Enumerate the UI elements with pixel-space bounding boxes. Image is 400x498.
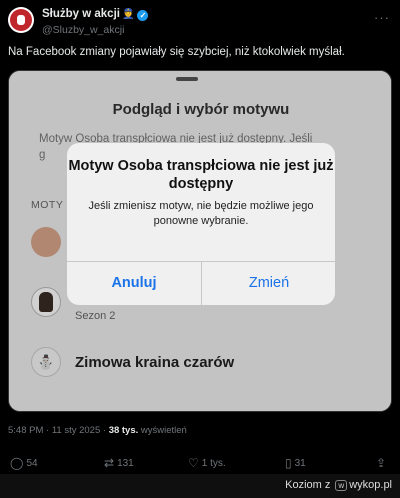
verified-badge-icon: ✓	[137, 10, 149, 21]
tweet-meta: 5:48 PM · 11 sty 2025 · 38 tys. wyświetl…	[8, 425, 187, 436]
share-button[interactable]: ⇪	[376, 456, 389, 470]
bookmark-button[interactable]: ▯ 31	[285, 456, 306, 470]
like-count: 1 tys.	[201, 458, 226, 469]
police-officer-icon: 👮	[121, 9, 135, 20]
share-icon: ⇪	[376, 456, 387, 470]
reply-button[interactable]: ◯ 54	[10, 456, 38, 470]
repost-icon: ⇄	[104, 456, 115, 470]
footer-prefix: Koziom z	[285, 479, 331, 491]
repost-button[interactable]: ⇄ 131	[104, 456, 134, 470]
author-name-text: Służby w akcji	[42, 8, 120, 20]
bookmark-icon: ▯	[285, 456, 292, 470]
footer-credit: Koziom z w wykop.pl	[285, 479, 392, 491]
reply-count: 54	[26, 458, 38, 469]
footer-bar: Koziom z w wykop.pl	[0, 474, 400, 498]
footer-site[interactable]: wykop.pl	[349, 479, 392, 491]
bookmark-count: 31	[294, 458, 306, 469]
avatar-badge-icon	[10, 9, 32, 31]
wykop-logo-icon: w	[335, 480, 348, 491]
author-name[interactable]: Służby w akcji 👮 ✓	[42, 8, 149, 21]
repost-count: 131	[117, 458, 134, 469]
like-button[interactable]: ♡ 1 tys.	[188, 456, 226, 470]
attached-screenshot[interactable]: Podgląd i wybór motywu Motyw Osoba trans…	[8, 70, 392, 412]
alert-title: Motyw Osoba transpłciowa nie jest już do…	[68, 158, 334, 192]
avatar[interactable]	[8, 7, 34, 33]
cancel-button[interactable]: Anuluj	[67, 261, 201, 305]
reply-icon: ◯	[10, 456, 24, 470]
alert-dialog: Motyw Osoba transpłciowa nie jest już do…	[67, 143, 335, 305]
tweet-text: Na Facebook zmiany pojawiały się szybcie…	[8, 46, 345, 58]
heart-icon: ♡	[188, 456, 199, 470]
tweet-header: Służby w akcji 👮 ✓ @Sluzby_w_akcji ···	[0, 0, 400, 44]
tweet-timestamp[interactable]: 5:48 PM · 11 sty 2025 ·	[8, 425, 109, 436]
change-button[interactable]: Zmień	[202, 261, 335, 305]
more-options-icon[interactable]: ···	[374, 10, 390, 25]
alert-message: Jeśli zmienisz motyw, nie będzie możliwe…	[88, 200, 314, 227]
author-handle[interactable]: @Sluzby_w_akcji	[42, 24, 124, 36]
view-label: wyświetleń	[138, 425, 187, 436]
action-bar: ◯ 54 ⇄ 131 ♡ 1 tys. ▯ 31 ⇪	[0, 456, 400, 474]
view-count: 38 tys.	[108, 425, 139, 436]
